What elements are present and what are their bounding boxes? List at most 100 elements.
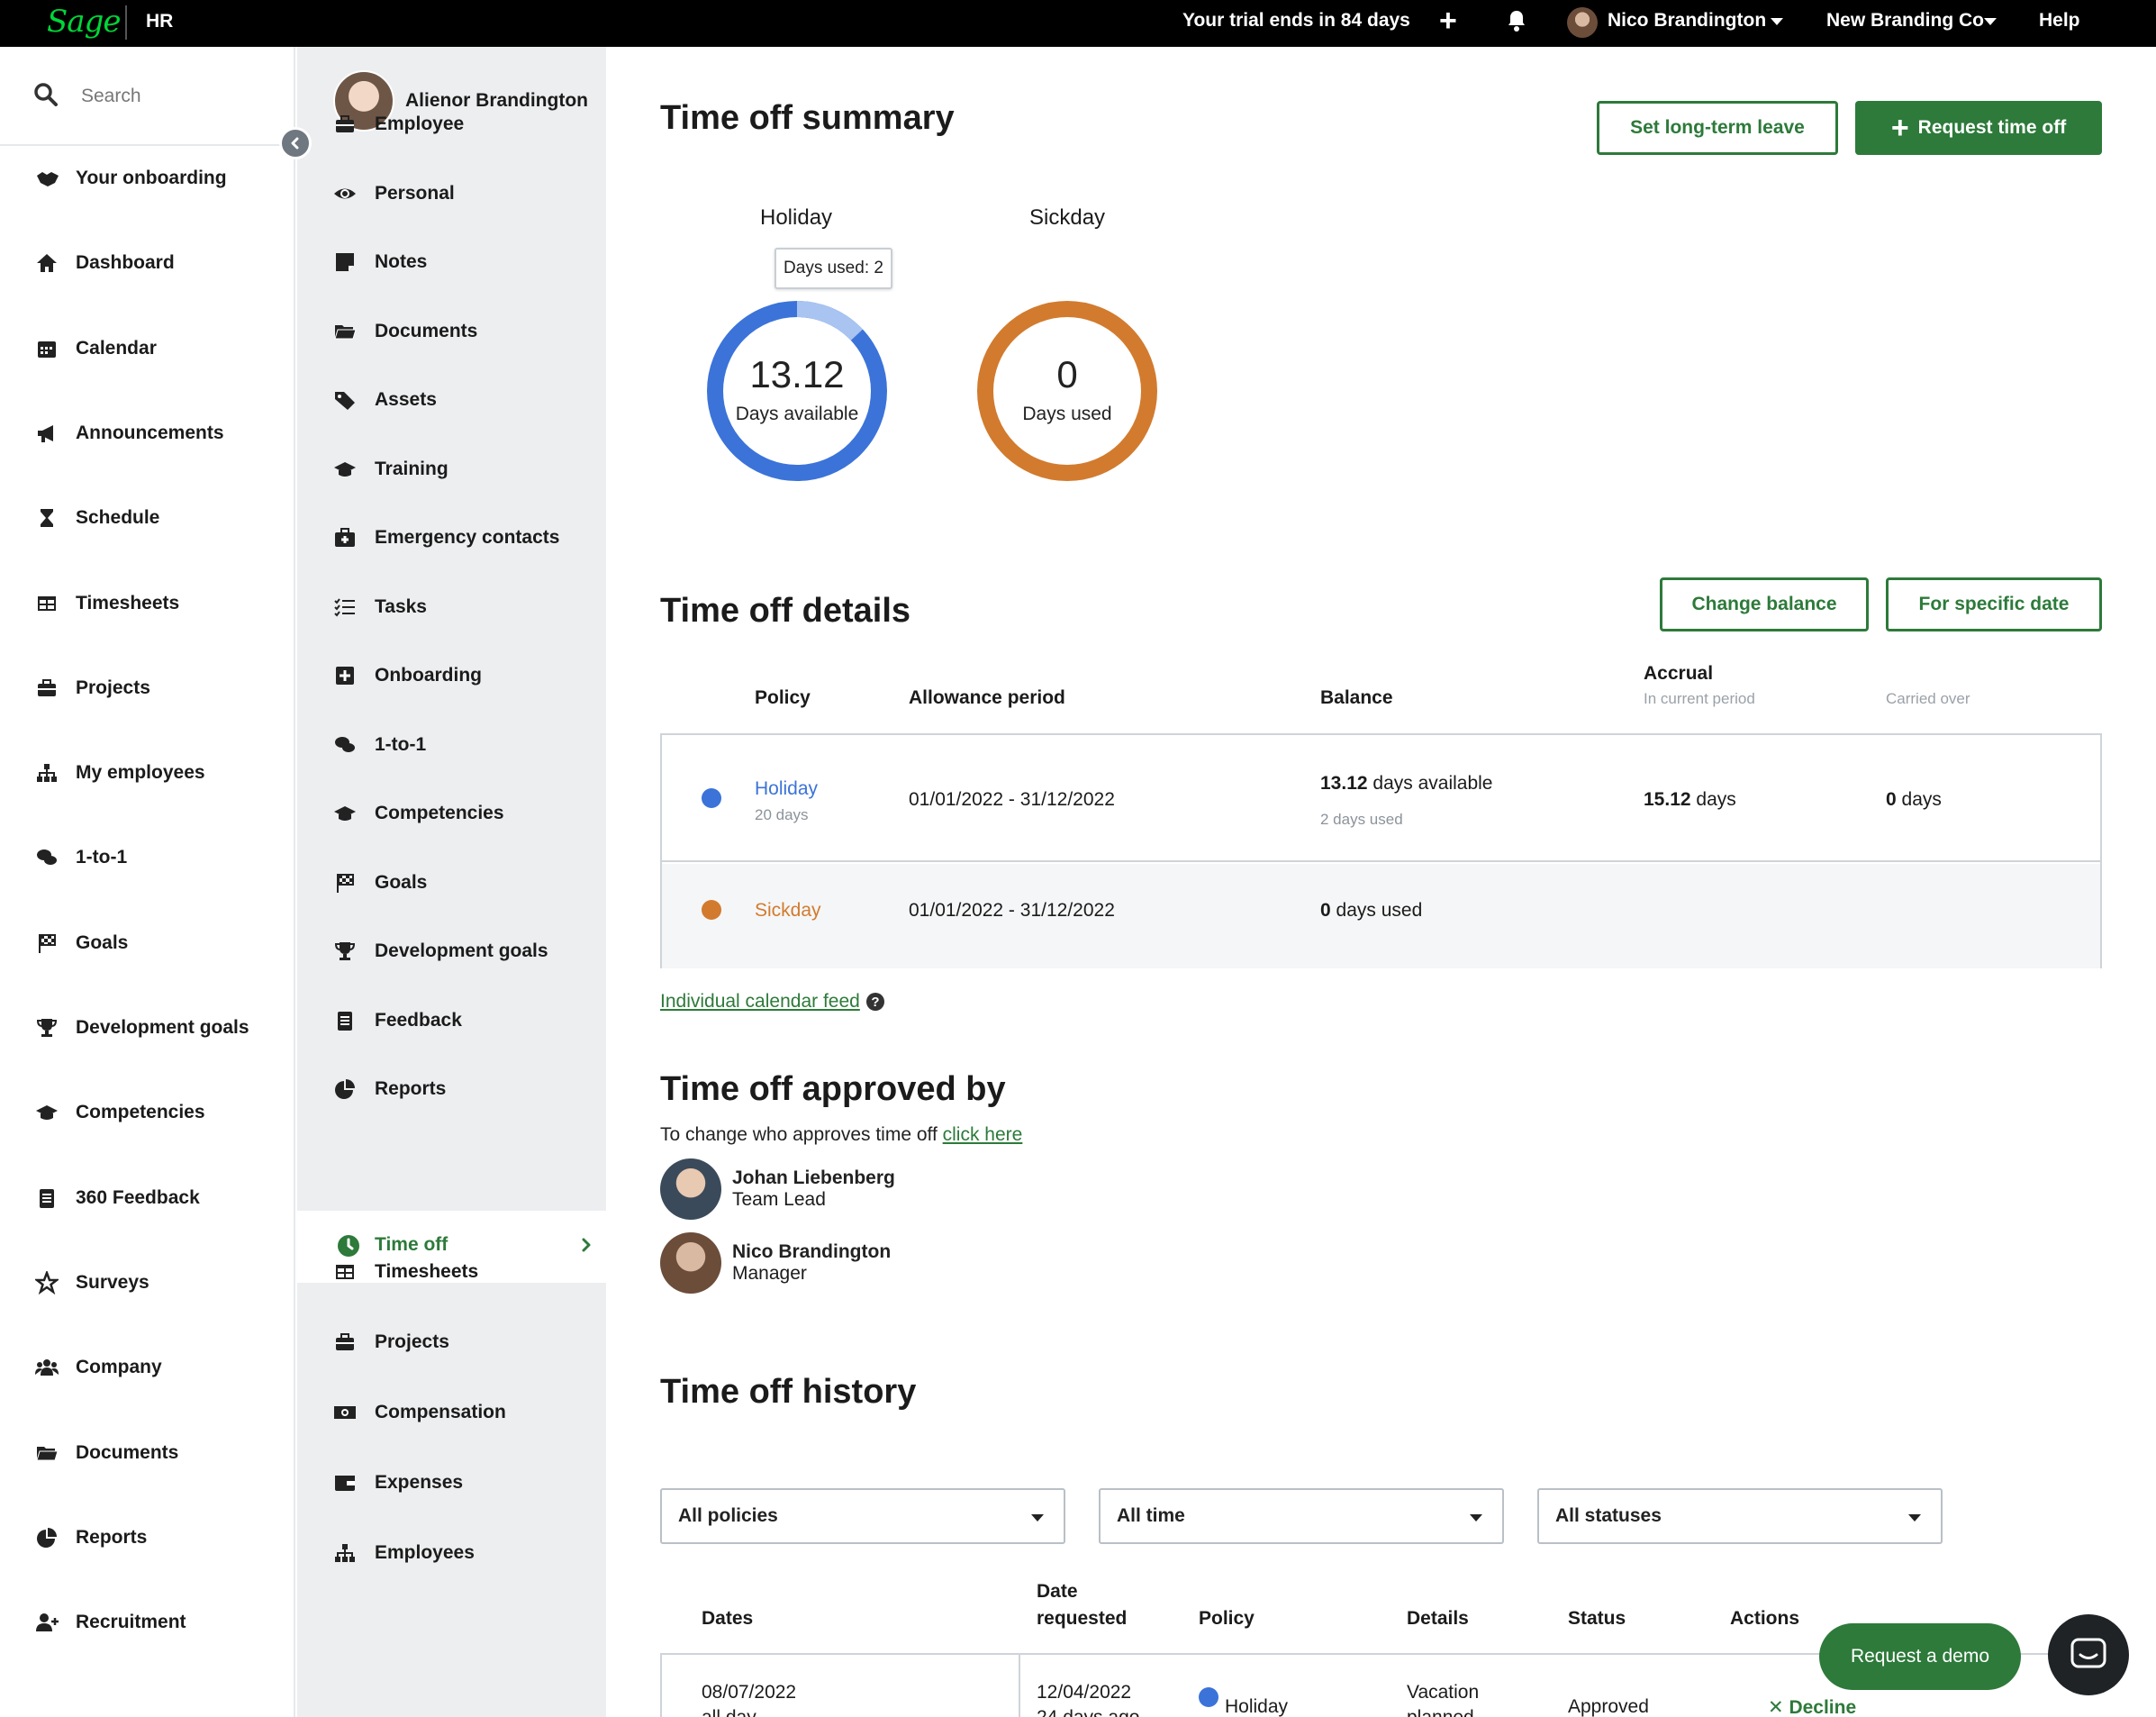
- subnav-item-competencies[interactable]: Competencies: [333, 795, 504, 831]
- policy-filter-select[interactable]: All policies: [660, 1488, 1065, 1544]
- subnav-item-compensation[interactable]: Compensation: [333, 1394, 506, 1431]
- sidebar-item-label: 1-to-1: [76, 847, 128, 868]
- trial-notice[interactable]: Your trial ends in 84 days: [1182, 10, 1410, 32]
- sidebar-item-documents[interactable]: Documents: [34, 1435, 178, 1471]
- subnav-item-documents[interactable]: Documents: [333, 313, 477, 350]
- column-header-date-requested: Date: [1037, 1581, 1078, 1602]
- quick-add-icon[interactable]: +: [1439, 5, 1457, 36]
- sickday-color-dot: [702, 900, 721, 920]
- holiday-days-caption: Days available: [735, 404, 859, 424]
- approver-role: Manager: [732, 1263, 807, 1284]
- subnav-item-expenses[interactable]: Expenses: [333, 1465, 463, 1501]
- subnav-item-label: Employee: [375, 114, 465, 134]
- sidebar-item-timesheets[interactable]: Timesheets: [34, 586, 179, 622]
- sidebar-item-announcements[interactable]: Announcements: [34, 415, 224, 451]
- table-row[interactable]: Holiday 20 days 01/01/2022 - 31/12/2022 …: [662, 735, 2100, 862]
- sidebar-item-label: Dashboard: [76, 252, 175, 274]
- column-header-status: Status: [1568, 1608, 1626, 1629]
- tasks-icon: [333, 595, 357, 619]
- set-long-term-leave-button[interactable]: Set long-term leave: [1597, 101, 1838, 155]
- subnav-item-training[interactable]: Training: [333, 451, 448, 487]
- subnav-item-employees[interactable]: Employees: [333, 1535, 475, 1571]
- status-filter-select[interactable]: All statuses: [1537, 1488, 1943, 1544]
- subnav-item-feedback[interactable]: Feedback: [333, 1003, 462, 1039]
- change-approver-link[interactable]: click here: [943, 1124, 1023, 1145]
- collapse-sidebar-button[interactable]: [279, 127, 312, 159]
- balance-unit: days used: [1330, 900, 1423, 921]
- eye-icon: [333, 182, 357, 205]
- subnav-item-emergency-contacts[interactable]: Emergency contacts: [333, 520, 559, 556]
- sidebar-item-goals[interactable]: Goals: [34, 925, 128, 961]
- company-menu[interactable]: New Branding Co: [1826, 10, 1984, 32]
- chat-launcher-button[interactable]: [2048, 1614, 2129, 1695]
- subnav-item-development-goals[interactable]: Development goals: [333, 933, 548, 969]
- for-specific-date-button[interactable]: For specific date: [1886, 577, 2102, 631]
- bell-icon[interactable]: [1506, 9, 1527, 32]
- approver-info: Johan Liebenberg Team Lead: [732, 1167, 895, 1211]
- chevron-right-icon: [582, 1238, 591, 1252]
- subnav-item-projects[interactable]: Projects: [333, 1324, 449, 1360]
- sickday-chart-label: Sickday: [1029, 205, 1106, 230]
- request-time-off-button[interactable]: + Request time off: [1855, 101, 2102, 155]
- sidebar-item-schedule[interactable]: Schedule: [34, 500, 159, 536]
- subnav-item-assets[interactable]: Assets: [333, 382, 437, 418]
- sidebar-item-competencies[interactable]: Competencies: [34, 1095, 205, 1131]
- change-balance-button[interactable]: Change balance: [1660, 577, 1869, 631]
- time-filter-select[interactable]: All time: [1099, 1488, 1504, 1544]
- subnav-item-1-to-1[interactable]: 1-to-1: [333, 727, 426, 763]
- help-link[interactable]: Help: [2039, 10, 2080, 32]
- holiday-donut[interactable]: 13.12 Days available: [705, 299, 889, 483]
- note-icon: [333, 250, 357, 274]
- section-title-summary: Time off summary: [660, 99, 955, 137]
- sidebar-item-calendar[interactable]: Calendar: [34, 331, 157, 367]
- sidebar-item-surveys[interactable]: Surveys: [34, 1265, 149, 1301]
- sidebar-item-reports[interactable]: Reports: [34, 1520, 147, 1556]
- sidebar-item-dashboard[interactable]: Dashboard: [34, 245, 175, 281]
- user-menu[interactable]: Nico Brandington: [1608, 10, 1766, 32]
- request-demo-button[interactable]: Request a demo: [1819, 1623, 2021, 1690]
- user-avatar[interactable]: [1567, 7, 1598, 38]
- search-input[interactable]: [81, 81, 261, 112]
- subnav-item-notes[interactable]: Notes: [333, 244, 427, 280]
- subnav-item-timesheets[interactable]: Timesheets: [333, 1254, 478, 1290]
- sidebar-item-development-goals[interactable]: Development goals: [34, 1010, 249, 1046]
- calendar-feed-link[interactable]: Individual calendar feed: [660, 991, 860, 1013]
- subnav-item-onboarding[interactable]: Onboarding: [333, 658, 482, 694]
- help-circle-icon[interactable]: ?: [865, 992, 885, 1012]
- history-details-sub: planned: [1407, 1707, 1474, 1717]
- sage-logo[interactable]: Sage: [47, 4, 121, 40]
- sickday-donut[interactable]: 0 Days used: [975, 299, 1159, 483]
- table-row[interactable]: Sickday 01/01/2022 - 31/12/2022 0 days u…: [662, 864, 2100, 968]
- chat-icon: [34, 845, 59, 870]
- sidebar-item-recruitment[interactable]: Recruitment: [34, 1604, 186, 1640]
- sidebar-item-label: Development goals: [76, 1017, 249, 1038]
- subnav-item-label: Notes: [375, 251, 428, 272]
- subnav-item-employee[interactable]: Employee: [333, 106, 464, 142]
- sidebar-item-1-to-1[interactable]: 1-to-1: [34, 840, 127, 876]
- briefcase-icon: [333, 113, 357, 136]
- chevron-down-icon[interactable]: [1984, 18, 1997, 25]
- sidebar-item-projects[interactable]: Projects: [34, 670, 150, 706]
- decline-button[interactable]: ✕ Decline: [1768, 1696, 1856, 1717]
- chevron-down-icon[interactable]: [1771, 18, 1783, 25]
- sidebar-item-company[interactable]: Company: [34, 1349, 162, 1385]
- search-bar: [0, 47, 295, 146]
- subnav-item-label: Competencies: [375, 803, 504, 823]
- allowance-period: 01/01/2022 - 31/12/2022: [909, 900, 1115, 921]
- history-date: 08/07/2022: [702, 1682, 797, 1703]
- section-title-details: Time off details: [660, 592, 911, 630]
- sickday-days-value: 0: [1056, 353, 1078, 395]
- policy-link-holiday[interactable]: Holiday: [755, 778, 818, 800]
- policy-link-sickday[interactable]: Sickday: [755, 900, 821, 922]
- sidebar-item-360-feedback[interactable]: 360 Feedback: [34, 1180, 200, 1216]
- subnav-item-tasks[interactable]: Tasks: [333, 589, 427, 625]
- subnav-item-personal[interactable]: Personal: [333, 176, 455, 212]
- sidebar-item-label: Your onboarding: [76, 168, 227, 188]
- sidebar-item-your-onboarding[interactable]: Your onboarding: [34, 160, 227, 196]
- sidebar-item-my-employees[interactable]: My employees: [34, 755, 205, 791]
- subnav-item-reports[interactable]: Reports: [333, 1071, 446, 1107]
- sidebar-item-label: Reports: [76, 1526, 148, 1548]
- subnav-item-goals[interactable]: Goals: [333, 865, 427, 901]
- subnav-item-label: Goals: [375, 871, 428, 893]
- briefcase-icon: [34, 676, 59, 701]
